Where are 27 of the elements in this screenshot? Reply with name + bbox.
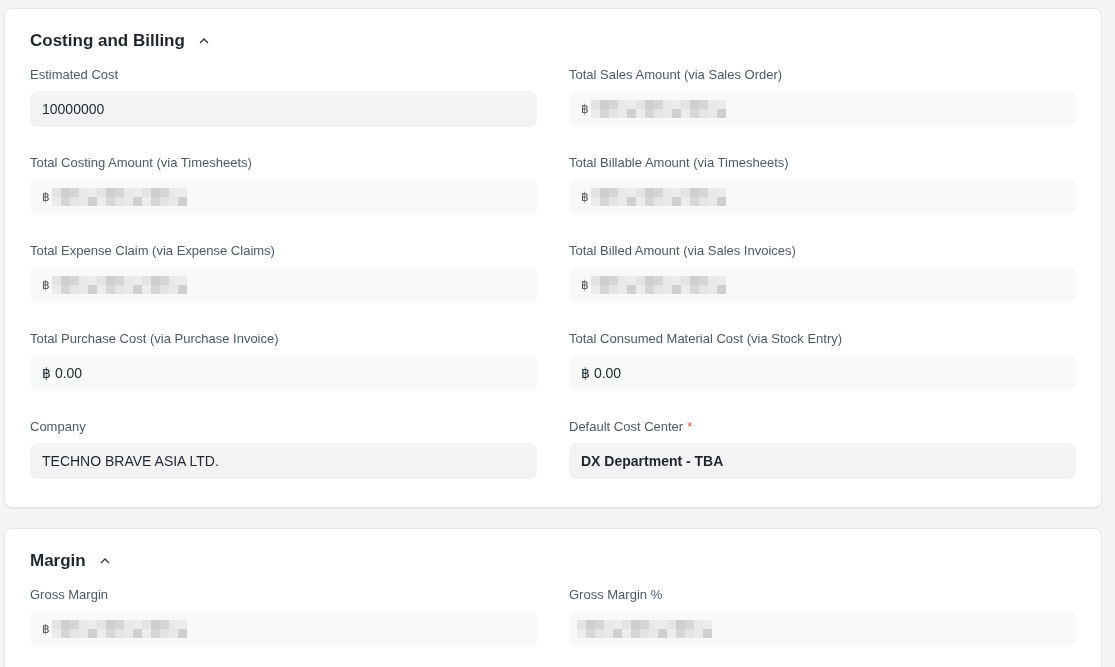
input-field[interactable]: ฿ <box>569 267 1076 303</box>
field-label: Total Sales Amount (via Sales Order) <box>569 67 783 82</box>
field-label: Total Billed Amount (via Sales Invoices) <box>569 243 796 258</box>
field-label: Total Expense Claim (via Expense Claims) <box>30 243 275 258</box>
input-field[interactable] <box>569 611 1076 647</box>
input-field[interactable]: ฿ <box>569 179 1076 215</box>
input-field[interactable]: ฿ 0.00 <box>30 355 537 391</box>
field-label: Estimated Cost <box>30 67 119 82</box>
field-label: Gross Margin <box>30 587 109 602</box>
required-mark: * <box>687 419 693 434</box>
field-label: Company <box>30 419 86 434</box>
input-field[interactable]: 10000000 <box>30 91 537 127</box>
field-label: Total Billable Amount (via Timesheets) <box>569 155 789 170</box>
input-field[interactable]: ฿ 0.00 <box>569 355 1076 391</box>
field-label: Gross Margin % <box>569 587 663 602</box>
input-field[interactable]: ฿ <box>30 179 537 215</box>
section-title: Margin <box>30 551 86 571</box>
input-field[interactable]: DX Department - TBA <box>569 443 1076 479</box>
input-field[interactable]: TECHNO BRAVE ASIA LTD. <box>30 443 537 479</box>
field-label: Total Consumed Material Cost (via Stock Entry) <box>569 331 843 346</box>
field-label: Total Costing Amount (via Timesheets) <box>30 155 252 170</box>
field-label: Default Cost Center <box>569 419 684 434</box>
section-title: Costing and Billing <box>30 31 185 51</box>
input-field[interactable]: ฿ <box>569 91 1076 127</box>
input-field[interactable]: ฿ <box>30 267 537 303</box>
input-field[interactable]: ฿ <box>30 611 537 647</box>
field-label: Total Purchase Cost (via Purchase Invoice) <box>30 331 279 346</box>
